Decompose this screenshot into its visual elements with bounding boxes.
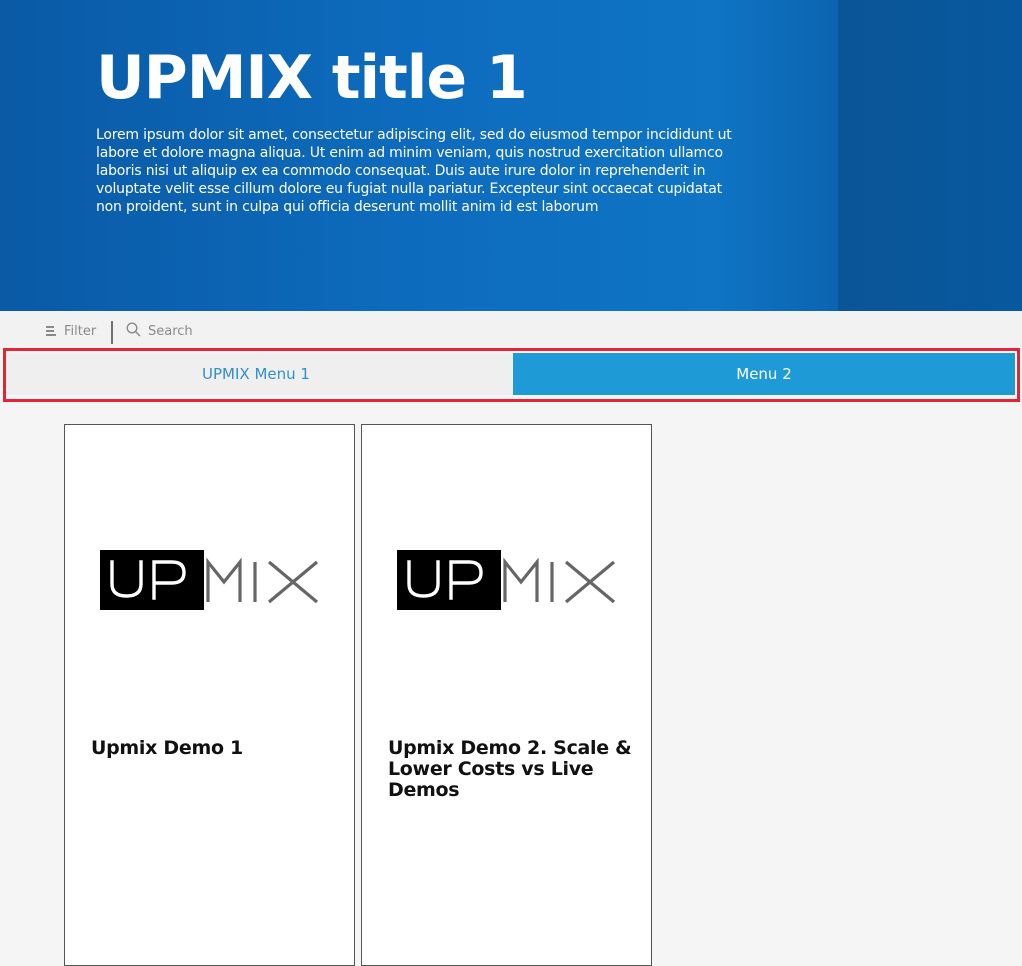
filter-search-toolbar: Filter [0, 311, 1022, 349]
filter-button[interactable]: Filter [46, 322, 96, 340]
tab-upmix-menu-1[interactable]: UPMIX Menu 1 [6, 353, 506, 395]
upmix-logo [397, 550, 616, 610]
hero-side-panel [838, 0, 1022, 311]
filter-label: Filter [64, 323, 97, 339]
hero-banner: UPMIX title 1 Lorem ipsum dolor sit amet… [0, 0, 1022, 311]
filter-icon [46, 325, 56, 337]
demo-card[interactable]: Upmix Demo 2. Scale & Lower Costs vs Liv… [361, 424, 652, 966]
hero-description: Lorem ipsum dolor sit amet, consectetur … [96, 127, 732, 215]
hero-title: UPMIX title 1 [96, 43, 528, 113]
tab-menu-2[interactable]: Menu 2 [513, 353, 1015, 395]
search-input[interactable] [148, 323, 308, 339]
card-title: Upmix Demo 2. Scale & Lower Costs vs Liv… [388, 737, 632, 801]
card-title: Upmix Demo 1 [91, 737, 243, 759]
toolbar-divider [111, 321, 113, 344]
demo-card[interactable]: Upmix Demo 1 [64, 424, 355, 966]
menu-tabs: UPMIX Menu 1 Menu 2 [6, 353, 1015, 395]
upmix-logo [100, 550, 319, 610]
search-icon [126, 321, 141, 341]
search-box[interactable] [126, 321, 308, 341]
